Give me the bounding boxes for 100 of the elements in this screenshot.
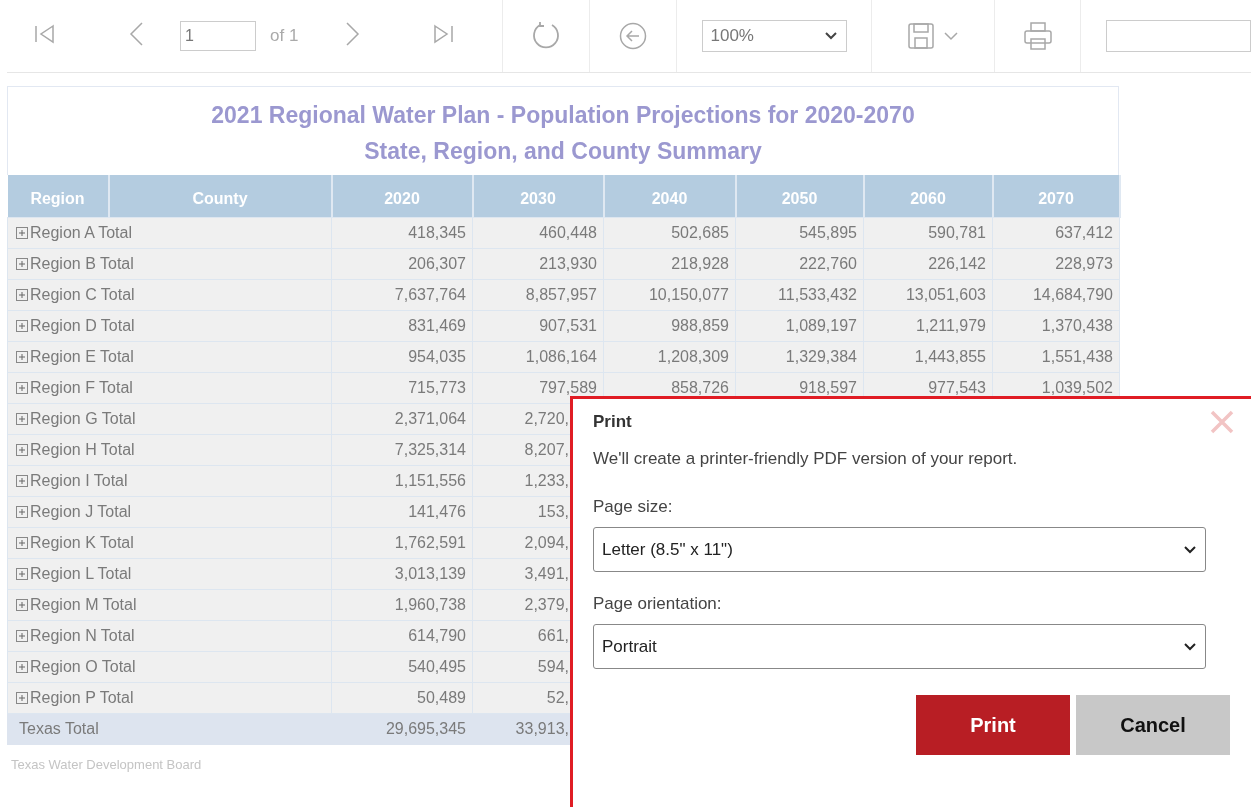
page-number-field[interactable]: 1	[180, 21, 256, 51]
number-cell: 8,857,957	[525, 286, 597, 303]
expand-icon[interactable]	[16, 567, 28, 580]
zoom-select[interactable]: 100%	[701, 20, 847, 52]
number-cell: 13,051,603	[905, 286, 986, 303]
first-page-icon[interactable]	[33, 22, 57, 46]
number-cell: 226,142	[928, 255, 986, 272]
region-label: Region M Total	[30, 595, 137, 614]
report-title: State, Region, and County Summary	[364, 137, 762, 166]
number-cell: 2,371,064	[394, 410, 466, 427]
number-cell: 715,773	[408, 379, 466, 396]
number-cell: 153,	[537, 503, 569, 520]
number-cell: 977,543	[928, 379, 986, 396]
region-label: Region G Total	[30, 409, 136, 428]
expand-icon[interactable]	[16, 319, 28, 332]
number-cell: 8,207,	[524, 441, 569, 458]
total-label: Texas Total	[19, 720, 99, 737]
orientation-select[interactable]: Portrait	[593, 624, 1206, 669]
number-cell: 1,151,556	[394, 472, 466, 489]
number-cell: 661,	[537, 627, 569, 644]
number-cell: 11,533,432	[778, 286, 857, 303]
expand-icon[interactable]	[16, 381, 28, 394]
number-cell: 29,695,345	[385, 720, 466, 737]
column-header: 2050	[781, 190, 818, 207]
region-label: Region O Total	[30, 657, 136, 676]
column-header: County	[192, 190, 248, 207]
number-cell: 3,013,139	[394, 565, 466, 582]
back-icon[interactable]	[618, 21, 648, 51]
print-icon[interactable]	[1022, 21, 1053, 51]
expand-icon[interactable]	[16, 257, 28, 270]
number-cell: 52,	[546, 689, 569, 706]
region-label: Region P Total	[30, 688, 134, 707]
region-label: Region A Total	[30, 223, 132, 242]
number-cell: 1,039,502	[1041, 379, 1113, 396]
region-label: Region D Total	[30, 316, 135, 335]
number-cell: 228,973	[1055, 255, 1113, 272]
expand-icon[interactable]	[16, 629, 28, 642]
column-header: 2070	[1038, 190, 1074, 207]
search-field[interactable]	[1106, 20, 1251, 52]
column-header: 2060	[910, 190, 946, 207]
number-cell: 590,781	[928, 224, 986, 241]
expand-icon[interactable]	[16, 350, 28, 363]
expand-icon[interactable]	[16, 412, 28, 425]
number-cell: 797,589	[539, 379, 597, 396]
print-button[interactable]: Print	[916, 695, 1070, 755]
number-cell: 907,531	[539, 317, 597, 334]
close-icon[interactable]	[1209, 409, 1235, 435]
number-cell: 540,495	[408, 658, 466, 675]
number-cell: 637,412	[1055, 224, 1113, 241]
column-header: 2040	[651, 190, 688, 207]
number-cell: 141,476	[408, 503, 466, 520]
number-cell: 831,469	[408, 317, 466, 334]
number-cell: 460,448	[539, 224, 597, 241]
expand-icon[interactable]	[16, 660, 28, 673]
region-label: Region F Total	[30, 378, 133, 397]
expand-icon[interactable]	[16, 598, 28, 611]
report-title: 2021 Regional Water Plan - Population Projections for 2020-2070	[211, 101, 915, 130]
region-label: Region I Total	[30, 471, 128, 490]
number-cell: 1,233,	[524, 472, 569, 489]
dialog-title: Print	[593, 412, 632, 432]
expand-icon[interactable]	[16, 505, 28, 518]
column-header: Region	[30, 190, 85, 207]
column-header: 2030	[520, 190, 556, 207]
number-cell: 10,150,077	[648, 286, 729, 303]
number-cell: 206,307	[408, 255, 466, 272]
region-label: Region B Total	[30, 254, 134, 273]
cancel-button[interactable]: Cancel	[1076, 695, 1230, 755]
region-label: Region L Total	[30, 564, 132, 583]
last-page-icon[interactable]	[431, 22, 456, 46]
number-cell: 614,790	[408, 627, 466, 644]
expand-icon[interactable]	[16, 226, 28, 239]
field-label: Page orientation:	[593, 594, 722, 614]
region-label: Region C Total	[30, 285, 135, 304]
number-cell: 14,684,790	[1032, 286, 1113, 303]
chevron-down-icon[interactable]	[823, 31, 838, 41]
region-label: Region J Total	[30, 502, 132, 521]
expand-icon[interactable]	[16, 474, 28, 487]
number-cell: 1,551,438	[1041, 348, 1113, 365]
number-cell: 7,325,314	[394, 441, 466, 458]
number-cell: 1,086,164	[525, 348, 597, 365]
number-cell: 858,726	[671, 379, 729, 396]
caret-icon[interactable]	[943, 31, 959, 41]
save-icon[interactable]	[907, 22, 935, 50]
expand-icon[interactable]	[16, 443, 28, 456]
number-cell: 1,089,197	[785, 317, 857, 334]
region-label: Region E Total	[30, 347, 134, 366]
expand-icon[interactable]	[16, 536, 28, 549]
number-cell: 545,895	[799, 224, 857, 241]
number-cell: 7,637,764	[394, 286, 466, 303]
expand-icon[interactable]	[16, 288, 28, 301]
chevron-down-icon[interactable]	[1183, 641, 1197, 652]
expand-icon[interactable]	[16, 691, 28, 704]
chevron-down-icon[interactable]	[1183, 544, 1197, 555]
number-cell: 954,035	[408, 348, 466, 365]
number-cell: 213,930	[539, 255, 597, 272]
number-cell: 1,208,309	[657, 348, 729, 365]
region-label: Region N Total	[30, 626, 135, 645]
page-size-select[interactable]: Letter (8.5" x 11")	[593, 527, 1206, 572]
number-cell: 1,370,438	[1041, 317, 1113, 334]
column-header: 2020	[384, 190, 420, 207]
